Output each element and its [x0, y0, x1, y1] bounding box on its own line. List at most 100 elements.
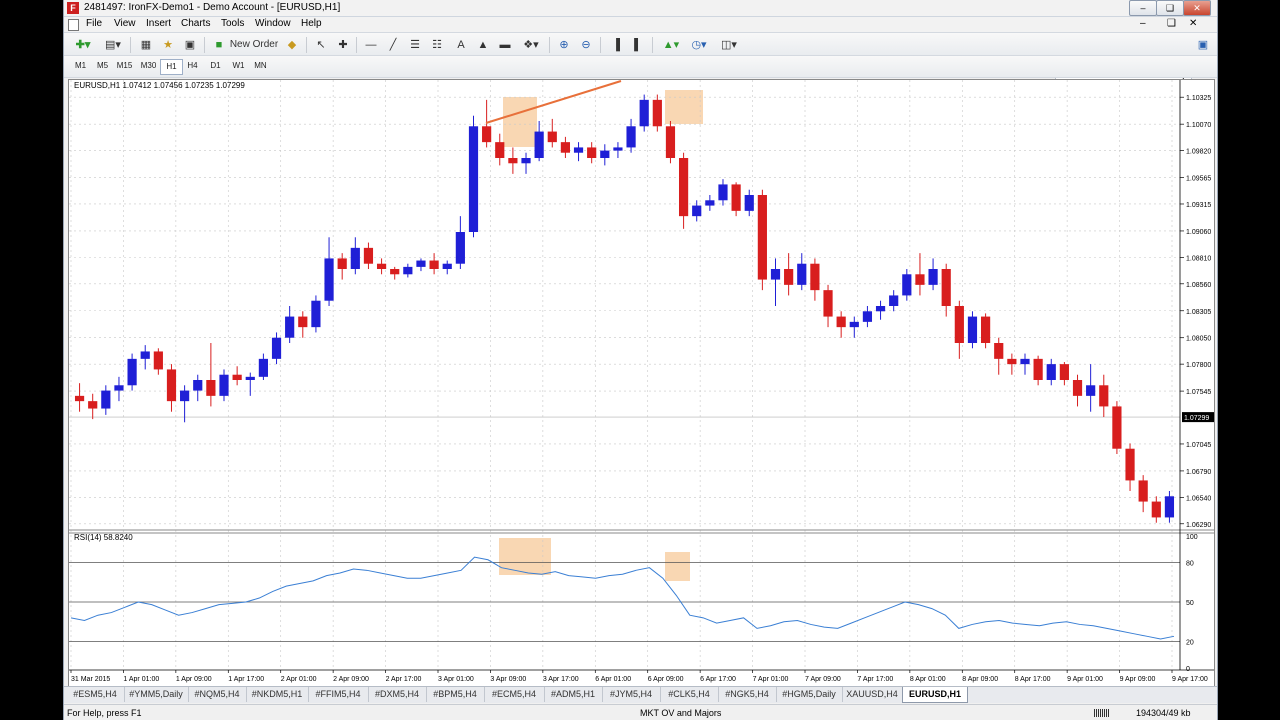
candle-body	[875, 306, 886, 312]
time-axis-label: 1 Apr 17:00	[228, 676, 264, 683]
candle-body	[232, 374, 242, 380]
status-help: For Help, press F1	[67, 708, 142, 718]
menu-tools[interactable]: Tools	[221, 18, 244, 29]
timeframe-d1[interactable]: D1	[205, 59, 226, 73]
chart-tab[interactable]: #DXM5,H4	[368, 687, 427, 702]
new-order-icon[interactable]: ■	[212, 37, 226, 53]
horizontal-line-icon[interactable]: —	[364, 37, 378, 53]
mdi-close-icon[interactable]: ✕	[1189, 18, 1197, 29]
zoom-out-icon[interactable]: ⊖	[578, 37, 594, 53]
chart-tab[interactable]: #FFIM5,H4	[308, 687, 369, 702]
chart-tab[interactable]: #NGK5,H4	[718, 687, 777, 702]
timeframe-h4[interactable]: H4	[182, 59, 203, 73]
candle-body	[403, 266, 413, 275]
chart-tab[interactable]: #HGM5,Daily	[776, 687, 843, 702]
new-order-button[interactable]: New Order	[228, 37, 280, 53]
profiles-icon[interactable]: ▤▾	[102, 37, 124, 53]
crosshair-icon[interactable]: ✚	[336, 37, 350, 53]
navigator-icon[interactable]: ▣	[182, 37, 198, 53]
candle-body	[862, 311, 873, 322]
expert-advisors-icon[interactable]: ◆	[284, 37, 300, 53]
restore-icon[interactable]: ❑	[1156, 0, 1184, 16]
candle-body	[692, 205, 702, 217]
periods-icon[interactable]: ◷▾	[688, 37, 710, 53]
timeframe-m5[interactable]: M5	[92, 59, 113, 73]
chart-tab[interactable]: EURUSD,H1	[902, 687, 968, 703]
candle-body	[1112, 406, 1122, 449]
timeframe-w1[interactable]: W1	[228, 59, 249, 73]
zoom-in-icon[interactable]: ⊕	[556, 37, 572, 53]
chart-tab[interactable]: #ESM5,H4	[66, 687, 125, 702]
channel-icon[interactable]: ☰	[408, 37, 422, 53]
chart-tab[interactable]: #BPM5,H4	[426, 687, 485, 702]
candle-body	[665, 126, 676, 158]
price-chart[interactable]: 1.10325 1.10070 1.09820 1.09565 1.09315 1.090…	[69, 80, 1214, 686]
timeframe-m1[interactable]: M1	[70, 59, 91, 73]
close-icon[interactable]: ✕	[1183, 0, 1211, 16]
menu-bar: File View Insert Charts Tools Window Hel…	[64, 17, 1217, 33]
timeframe-m15[interactable]: M15	[114, 59, 135, 73]
candle-body	[298, 316, 308, 328]
price-axis-label: 1.09820	[1186, 149, 1211, 156]
candle-body	[705, 200, 715, 206]
new-chart-icon[interactable]: ✚▾	[72, 37, 94, 53]
app-logo-icon: F	[67, 2, 79, 14]
price-axis-label: 1.09565	[1186, 176, 1211, 183]
document-icon[interactable]	[68, 19, 79, 31]
time-axis-label: 2 Apr 01:00	[281, 676, 317, 683]
fibonacci-icon[interactable]: ☷	[430, 37, 444, 53]
templates-icon[interactable]: ◫▾	[718, 37, 740, 53]
rectangle-icon[interactable]: ▬	[498, 37, 512, 53]
cursor-icon[interactable]: ↖	[314, 37, 328, 53]
price-axis-label: 1.07045	[1186, 442, 1211, 449]
market-watch-icon[interactable]: ▦	[138, 37, 154, 53]
indicators-icon[interactable]: ▲▾	[660, 37, 682, 53]
standard-toolbar: ✚▾ ▤▾ ▦ ★ ▣ ■ New Order ◆ ↖ ✚ — ╱ ☰ ☷ A …	[64, 33, 1217, 86]
menu-window[interactable]: Window	[255, 18, 291, 29]
chart-window[interactable]: 1.10325 1.10070 1.09820 1.09565 1.09315 1.090…	[68, 79, 1215, 687]
candle-body	[889, 295, 899, 306]
timeframe-m30[interactable]: M30	[138, 59, 159, 73]
time-axis-label: 3 Apr 17:00	[543, 676, 579, 683]
chart-tab[interactable]: XAUUSD,H4	[842, 687, 903, 702]
timeframe-mn[interactable]: MN	[250, 59, 271, 73]
menu-help[interactable]: Help	[301, 18, 322, 29]
candle-body	[324, 258, 334, 301]
chart-tab[interactable]: #CLK5,H4	[660, 687, 719, 702]
menu-file[interactable]: File	[86, 18, 102, 29]
chart-tab[interactable]: #ADM5,H1	[544, 687, 603, 702]
candle-body	[994, 343, 1004, 359]
menu-charts[interactable]: Charts	[181, 18, 210, 29]
data-window-icon[interactable]: ★	[160, 37, 176, 53]
menu-view[interactable]: View	[114, 18, 136, 29]
candle-body	[495, 142, 505, 158]
candle-body	[797, 263, 807, 285]
rsi-axis-label: 20	[1186, 640, 1194, 647]
highlight-box	[499, 538, 551, 575]
chart-shift-icon[interactable]: ▐	[608, 37, 624, 53]
mdi-minimize-icon[interactable]: –	[1140, 18, 1146, 29]
mdi-restore-icon[interactable]: ❑	[1167, 18, 1176, 29]
chart-tab[interactable]: #YMM5,Daily	[124, 687, 189, 702]
window-title: 2481497: IronFX-Demo1 - Demo Account - […	[84, 2, 341, 13]
chart-tab[interactable]: #NKDM5,H1	[246, 687, 309, 702]
candle-body	[1125, 448, 1135, 481]
arrow-tool-icon[interactable]: ▲	[476, 37, 490, 53]
candle-body	[114, 385, 124, 391]
text-tool-icon[interactable]: A	[454, 37, 468, 53]
candle-body	[337, 258, 347, 269]
candle-body	[981, 316, 991, 343]
more-objects-icon[interactable]: ❖▾	[520, 37, 542, 53]
menu-insert[interactable]: Insert	[146, 18, 171, 29]
autoscroll-icon[interactable]: ▌	[630, 37, 646, 53]
candle-body	[390, 269, 400, 275]
chart-tab[interactable]: #JYM5,H4	[602, 687, 661, 702]
chart-tab[interactable]: #ECM5,H4	[484, 687, 545, 702]
community-icon[interactable]: ▣	[1195, 37, 1211, 53]
candle-body	[74, 395, 85, 402]
minimize-icon[interactable]: –	[1129, 0, 1157, 16]
candle-body	[521, 158, 531, 164]
chart-tab[interactable]: #NQM5,H4	[188, 687, 247, 702]
timeframe-h1[interactable]: H1	[160, 59, 183, 75]
trendline-icon[interactable]: ╱	[386, 37, 400, 53]
